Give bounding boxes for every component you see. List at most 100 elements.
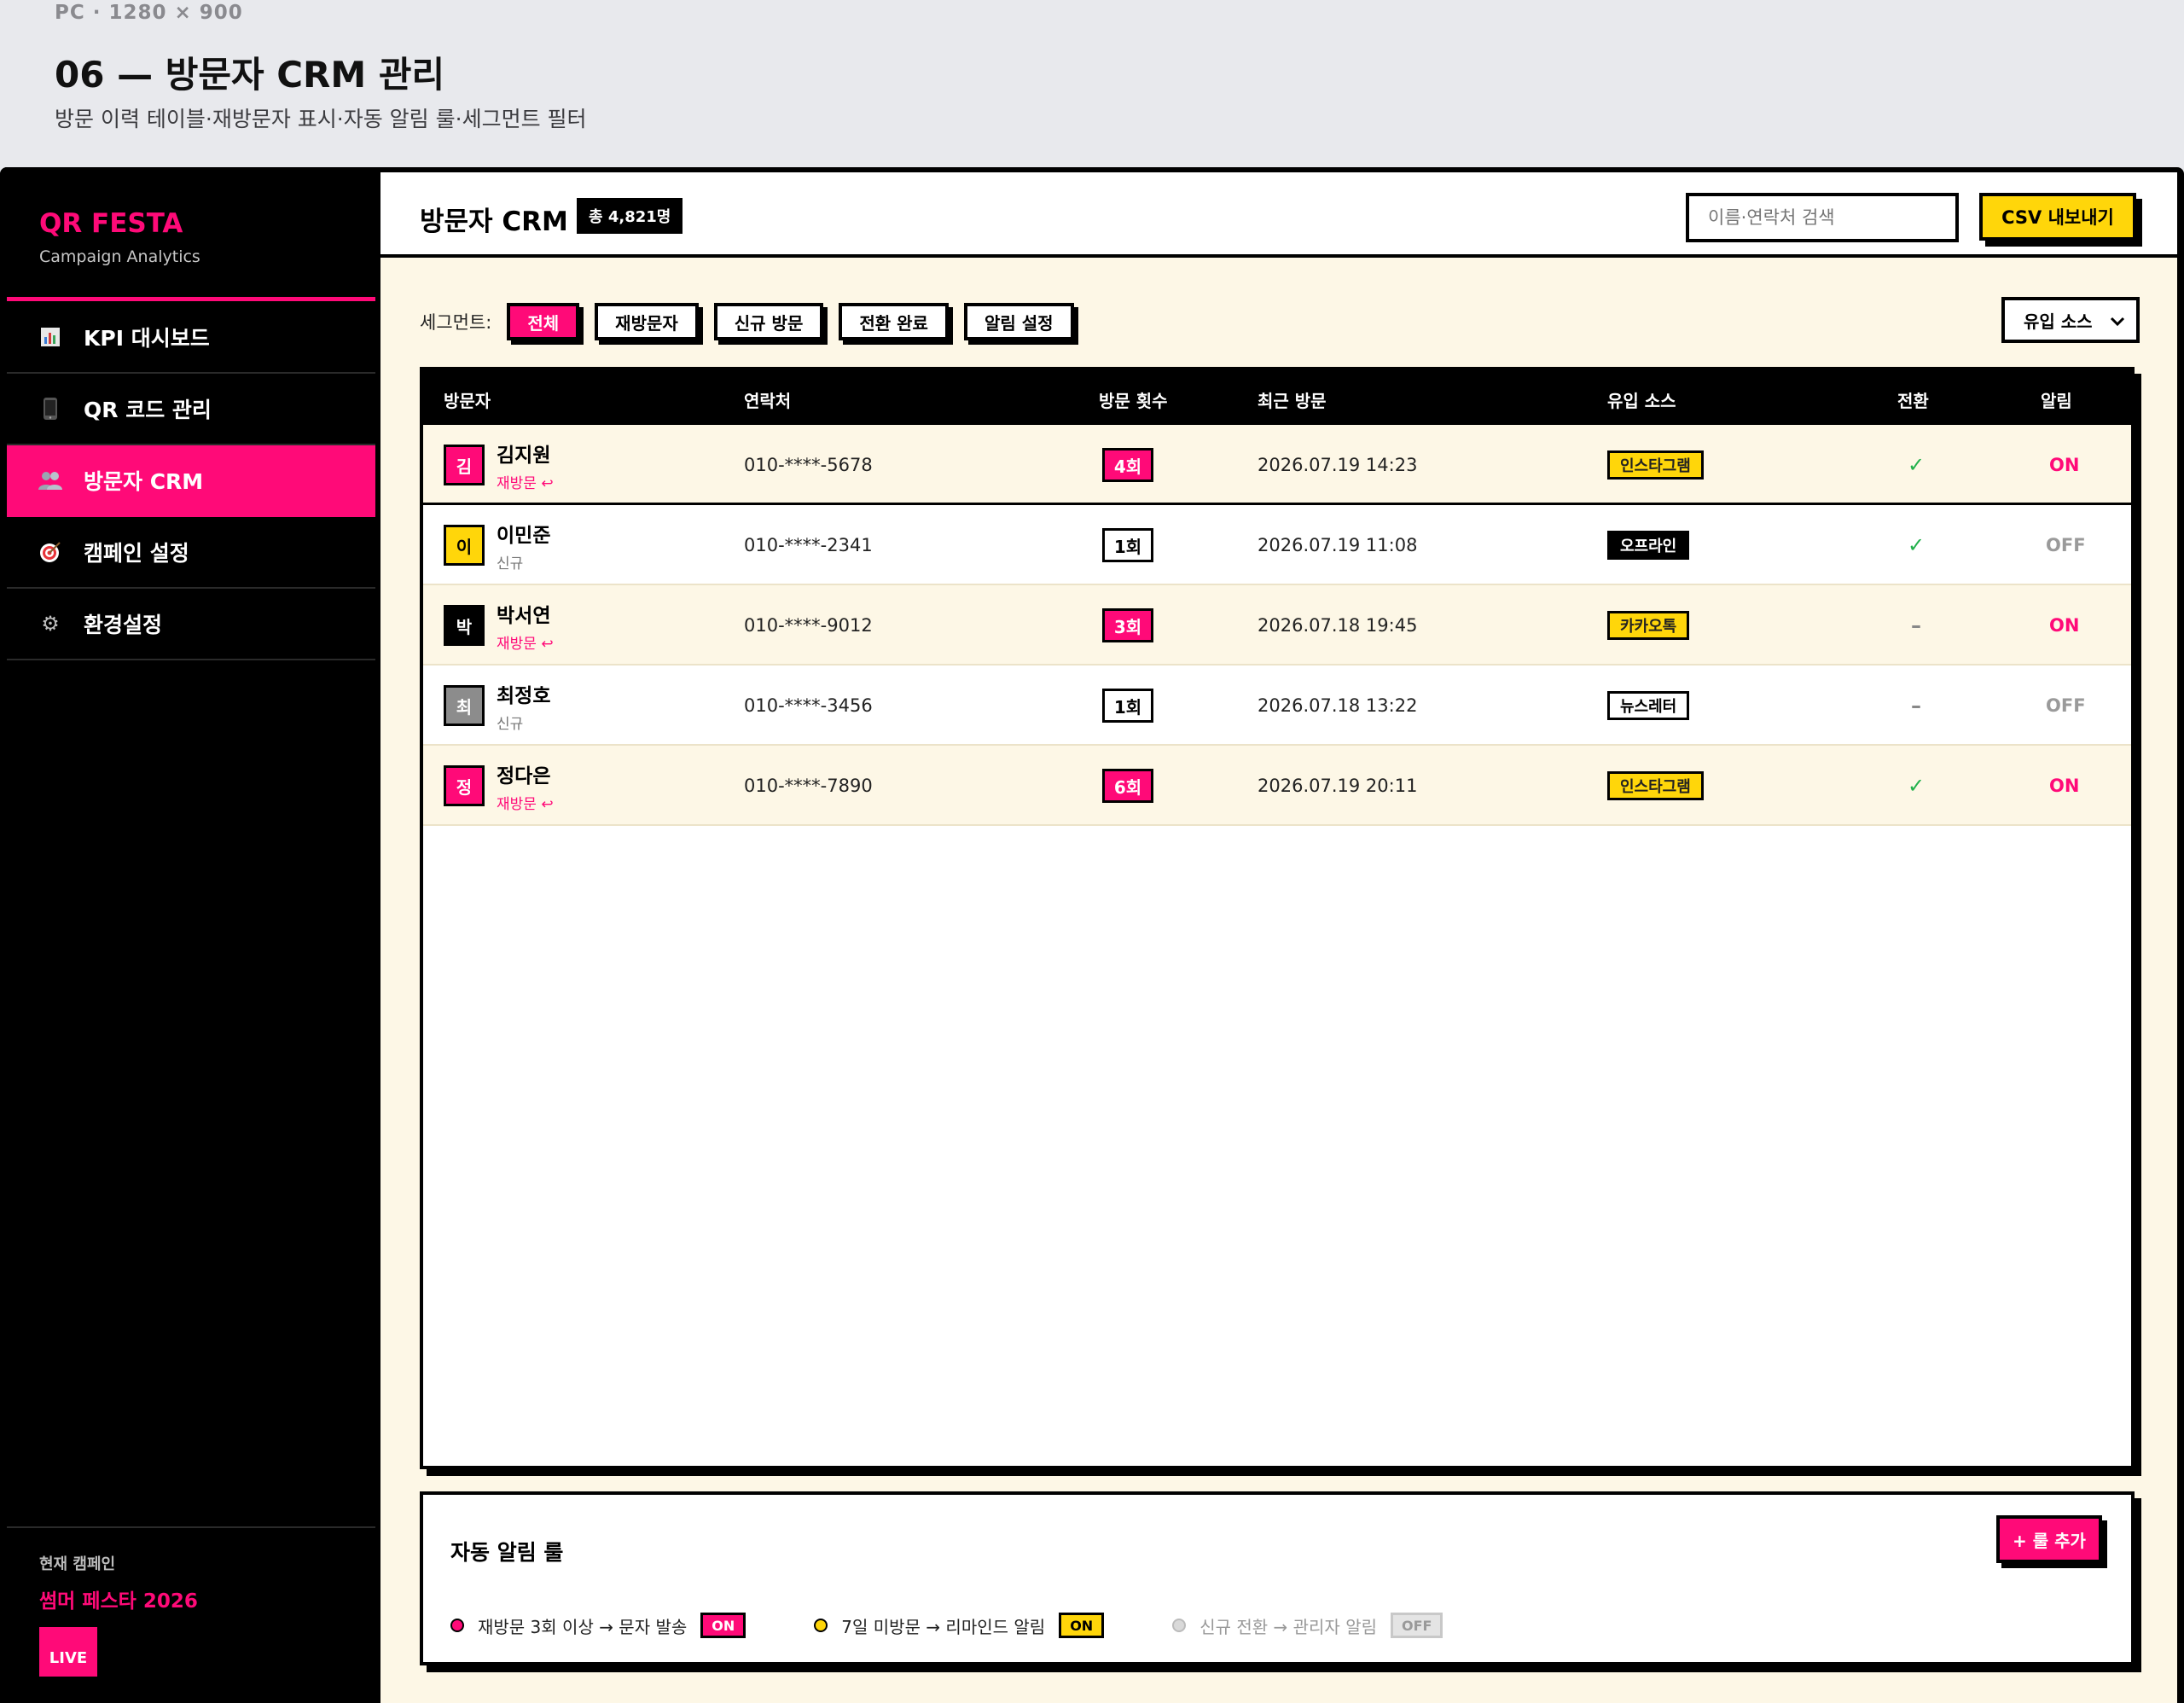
sidebar-item-label: 환경설정	[84, 613, 163, 637]
current-campaign-label: 현재 캠페인	[39, 1555, 116, 1573]
segment-chip-converted[interactable]: 전환 완료	[839, 303, 949, 340]
rule-toggle[interactable]: OFF	[1391, 1613, 1443, 1638]
segment-chip-new[interactable]: 신규 방문	[713, 303, 824, 340]
avatar: 이	[444, 525, 485, 566]
last-visit-cell: 2026.07.19 14:23	[1258, 455, 1418, 475]
column-header: 방문 횟수	[1099, 391, 1168, 411]
rules-list: 재방문 3회 이상 → 문자 발송 ON 7일 미방문 → 리마인드 알림 ON…	[450, 1613, 1511, 1638]
visitor-tag: 재방문 ↩	[497, 474, 554, 492]
source-select[interactable]: 유입 소스	[2001, 297, 2140, 343]
gear-icon: ⚙	[41, 612, 60, 636]
column-header: 최근 방문	[1258, 391, 1327, 411]
visitor-name: 이민준	[497, 524, 551, 547]
avatar: 박	[444, 605, 485, 646]
rule-toggle[interactable]: ON	[1059, 1613, 1105, 1638]
visitor-cell: 최 최정호 신규	[444, 666, 550, 746]
phone-cell: 010-****-5678	[744, 455, 873, 475]
sidebar-item-kpi-dashboard[interactable]: KPI 대시보드	[7, 302, 375, 374]
visit-count-badge: 1회	[1102, 689, 1153, 723]
alert-status[interactable]: OFF	[2046, 666, 2086, 746]
visitor-cell: 박 박서연 재방문 ↩	[444, 585, 554, 666]
visitor-name: 박서연	[497, 604, 551, 627]
page-caption: PC · 1280 × 900	[55, 2, 243, 24]
source-badge: 인스타그램	[1607, 771, 1704, 800]
table-row[interactable]: 최 최정호 신규 010-****-3456 1회 2026.07.18 13:…	[423, 666, 2131, 746]
column-header: 알림	[2041, 391, 2072, 411]
rule-toggle[interactable]: ON	[700, 1613, 746, 1638]
source-badge: 오프라인	[1607, 531, 1690, 560]
source-badge: 카카오톡	[1607, 611, 1690, 640]
visit-count-badge: 6회	[1102, 769, 1153, 803]
sidebar-item-campaign-settings[interactable]: 캠페인 설정	[7, 517, 375, 589]
live-badge: LIVE	[39, 1627, 97, 1677]
segment-chip-alert[interactable]: 알림 설정	[963, 303, 1074, 340]
visit-count-badge: 3회	[1102, 608, 1153, 642]
rule-text: 7일 미방문 → 리마인드 알림	[841, 1616, 1046, 1637]
segment-chip-all[interactable]: 전체	[507, 303, 580, 340]
sidebar-item-settings[interactable]: ⚙ 환경설정	[7, 589, 375, 660]
visitor-tag: 신규	[497, 715, 524, 733]
last-visit-cell: 2026.07.18 19:45	[1258, 615, 1418, 636]
rule-text: 재방문 3회 이상 → 문자 발송	[478, 1616, 688, 1637]
brand-name: QR FESTA	[39, 208, 183, 239]
table-row[interactable]: 이 이민준 신규 010-****-2341 1회 2026.07.19 11:…	[423, 505, 2131, 585]
app-window: QR FESTA Campaign Analytics KPI 대시보드 QR …	[0, 167, 2184, 1703]
table-row[interactable]: 박 박서연 재방문 ↩ 010-****-9012 3회 2026.07.18 …	[423, 585, 2131, 666]
rule-dot-icon	[450, 1619, 464, 1632]
visitor-cell: 정 정다은 재방문 ↩	[444, 746, 554, 826]
column-header: 전환	[1897, 391, 1929, 411]
main-panel: 방문자 CRM 총 4,821명 CSV 내보내기 세그먼트: 전체 재방문자 …	[380, 172, 2177, 1703]
table-row[interactable]: 정 정다은 재방문 ↩ 010-****-7890 6회 2026.07.19 …	[423, 746, 2131, 826]
sidebar-item-visitor-crm[interactable]: 방문자 CRM	[7, 445, 375, 517]
target-icon	[38, 539, 63, 565]
alert-status[interactable]: ON	[2049, 585, 2079, 666]
search-input[interactable]	[1686, 193, 1959, 242]
rule-dot-icon	[1172, 1619, 1187, 1632]
crm-title: 방문자 CRM	[420, 206, 568, 237]
source-badge: 인스타그램	[1607, 450, 1704, 480]
rule-item[interactable]: 신규 전환 → 관리자 알림 OFF	[1172, 1613, 1443, 1638]
brand: QR FESTA Campaign Analytics	[39, 208, 200, 266]
visitor-cell: 이 이민준 신규	[444, 505, 550, 585]
csv-export-button[interactable]: CSV 내보내기	[1979, 193, 2136, 241]
conversion-status: –	[1911, 694, 1921, 718]
rule-item[interactable]: 7일 미방문 → 리마인드 알림 ON	[814, 1613, 1105, 1638]
segment-chip-returning[interactable]: 재방문자	[595, 303, 699, 340]
segment-label: 세그먼트:	[420, 312, 492, 333]
brand-subtitle: Campaign Analytics	[39, 247, 200, 266]
add-rule-button[interactable]: + 룰 추가	[1996, 1515, 2102, 1563]
rule-item[interactable]: 재방문 3회 이상 → 문자 발송 ON	[450, 1613, 746, 1638]
table-header: 방문자 연락처 방문 횟수 최근 방문 유입 소스 전환 알림	[423, 370, 2131, 425]
visit-count-badge: 4회	[1102, 448, 1153, 482]
table-row[interactable]: 김 김지원 재방문 ↩ 010-****-5678 4회 2026.07.19 …	[423, 425, 2131, 505]
phone-icon	[38, 396, 63, 421]
last-visit-cell: 2026.07.19 20:11	[1258, 776, 1418, 796]
segment-filter: 세그먼트: 전체 재방문자 신규 방문 전환 완료 알림 설정	[420, 299, 1089, 345]
visitor-cell: 김 김지원 재방문 ↩	[444, 425, 554, 505]
conversion-status: ✓	[1908, 774, 1926, 798]
alert-status[interactable]: OFF	[2046, 505, 2086, 585]
avatar: 최	[444, 685, 485, 726]
visit-count-badge: 1회	[1102, 528, 1153, 562]
chevron-down-icon	[2110, 317, 2125, 327]
visitor-name: 정다은	[497, 764, 551, 788]
sidebar-item-qr-codes[interactable]: QR 코드 관리	[7, 374, 375, 445]
page-subtitle: 방문 이력 테이블·재방문자 표시·자동 알림 룰·세그먼트 필터	[55, 107, 587, 131]
rule-text: 신규 전환 → 관리자 알림	[1199, 1616, 1377, 1637]
visitor-tag: 재방문 ↩	[497, 795, 554, 813]
conversion-status: ✓	[1908, 453, 1926, 477]
last-visit-cell: 2026.07.19 11:08	[1258, 535, 1418, 555]
sidebar-item-label: KPI 대시보드	[84, 326, 210, 351]
alert-status[interactable]: ON	[2049, 746, 2079, 826]
rules-title: 자동 알림 룰	[450, 1540, 564, 1565]
total-count-badge: 총 4,821명	[577, 198, 683, 234]
visitor-name: 김지원	[497, 444, 551, 467]
topbar: 방문자 CRM 총 4,821명 CSV 내보내기	[380, 172, 2177, 258]
sidebar-item-label: 캠페인 설정	[84, 541, 189, 566]
sidebar-footer: 현재 캠페인 썸머 페스타 2026 LIVE	[7, 1526, 375, 1677]
phone-cell: 010-****-2341	[744, 535, 873, 555]
visitor-name: 최정호	[497, 684, 551, 707]
auto-alert-rules: 자동 알림 룰 + 룰 추가 재방문 3회 이상 → 문자 발송 ON 7일 미…	[420, 1491, 2135, 1665]
alert-status[interactable]: ON	[2049, 425, 2079, 505]
bar-chart-icon	[38, 324, 63, 350]
